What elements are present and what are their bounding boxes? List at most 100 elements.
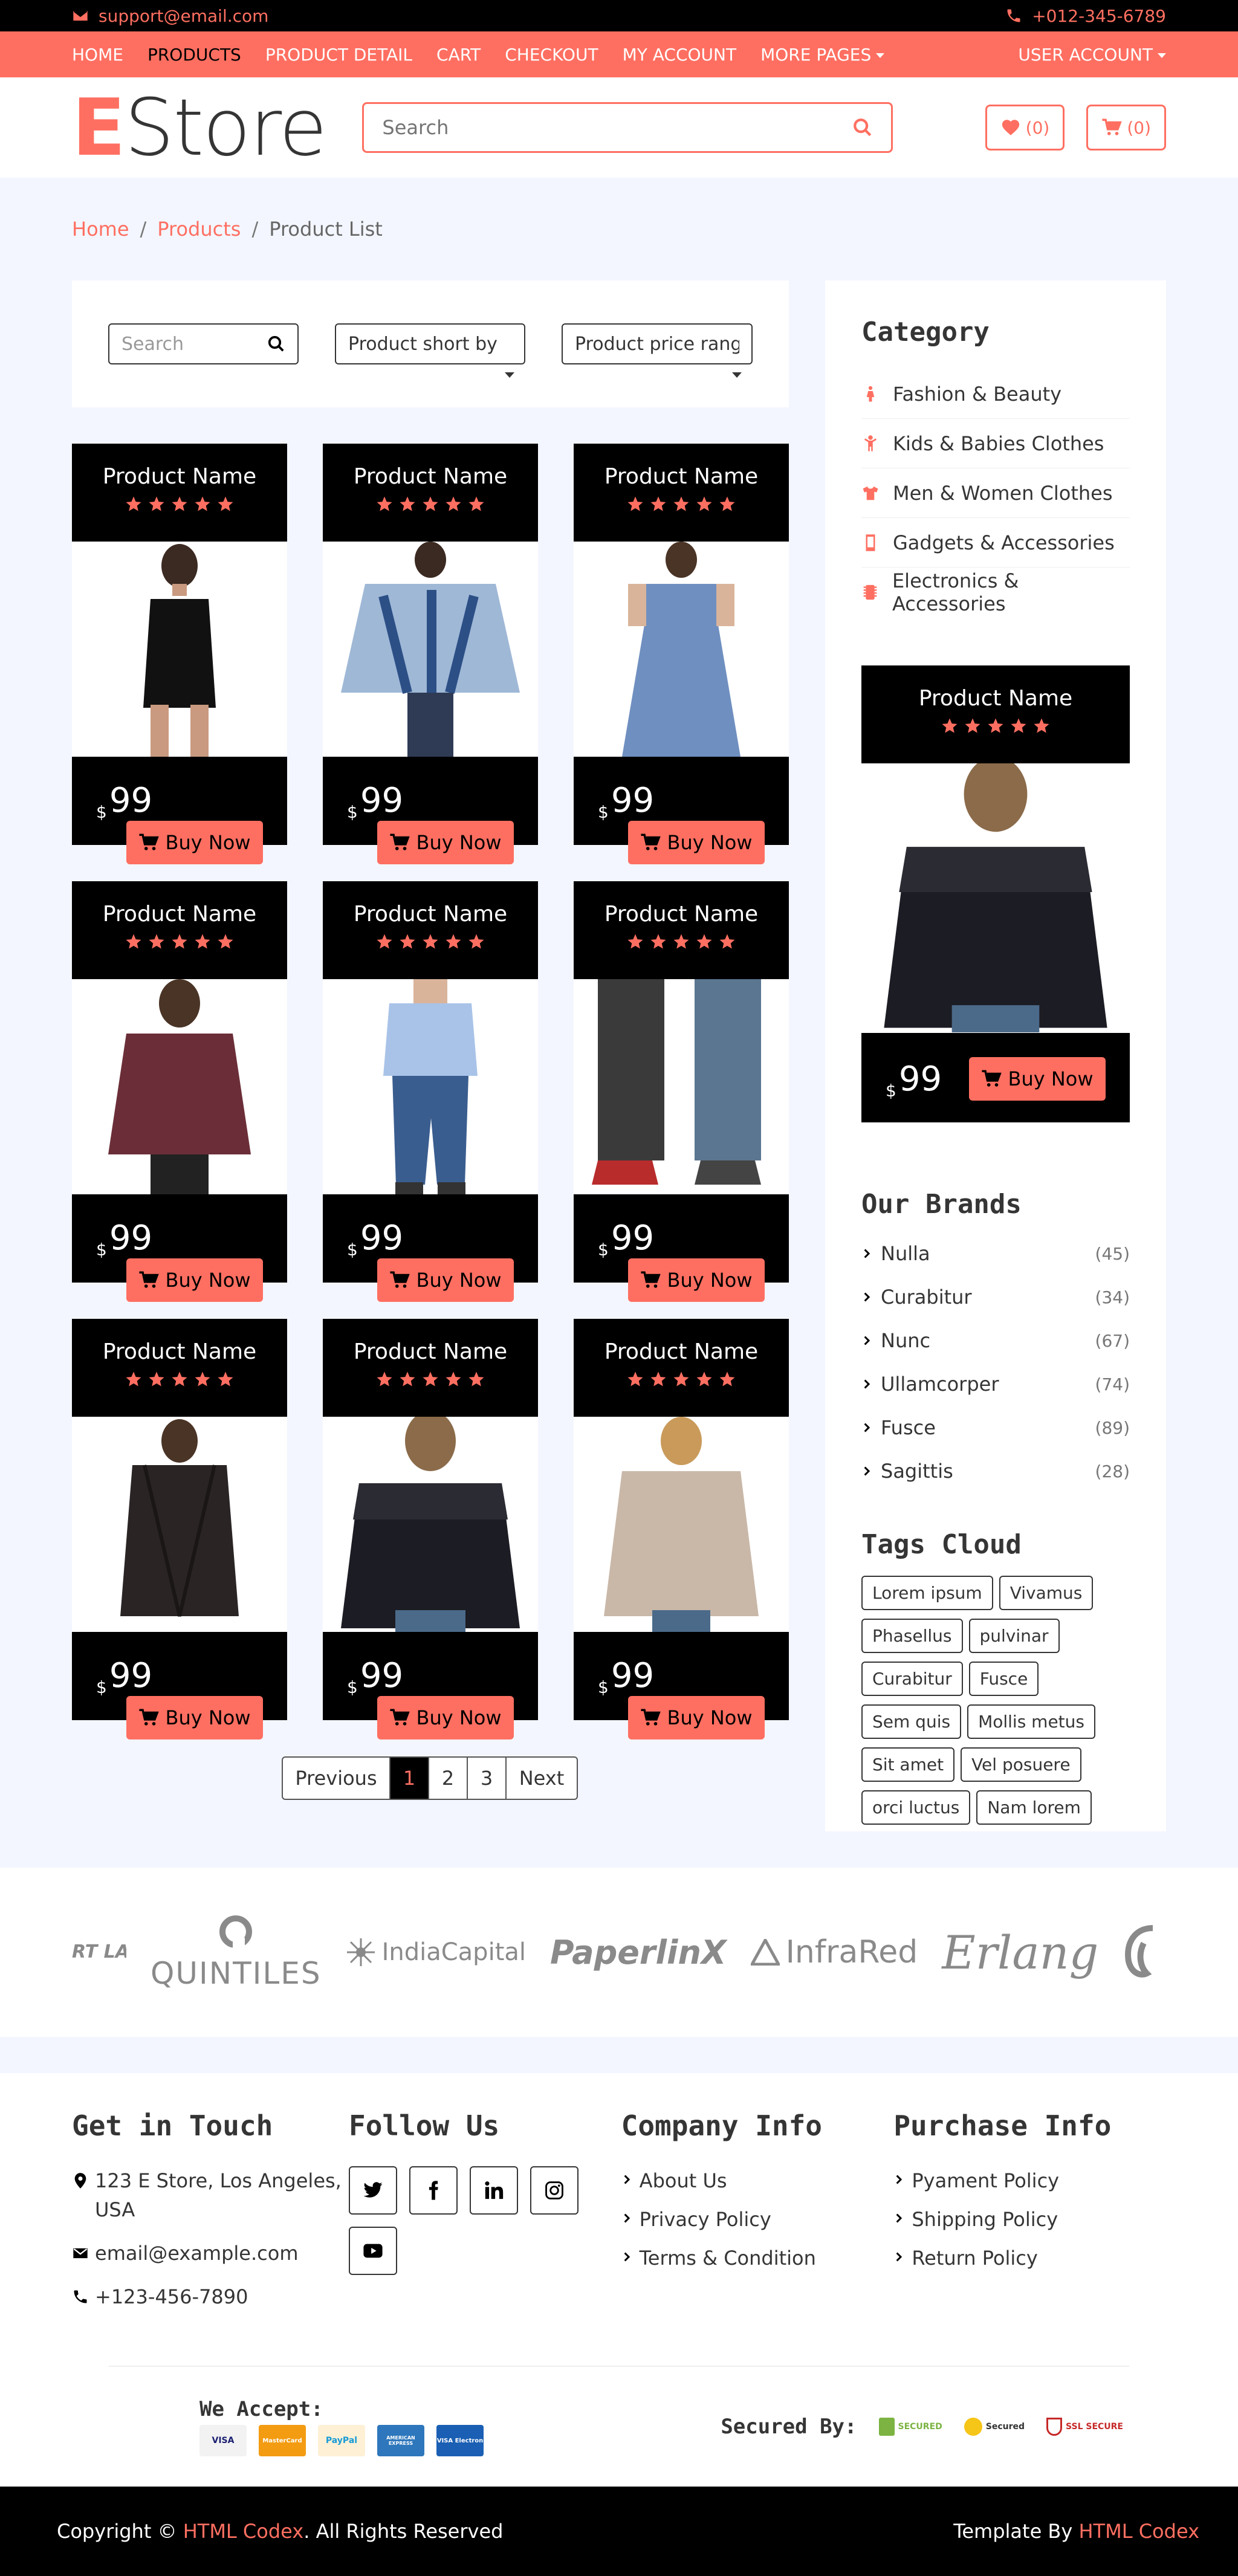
product-image[interactable] — [323, 1417, 538, 1632]
site-logo[interactable]: EStore — [72, 88, 327, 167]
brand-item[interactable]: Curabitur (34) — [861, 1275, 1130, 1319]
product-name[interactable]: Product Name — [72, 464, 287, 489]
product-image[interactable] — [574, 979, 789, 1194]
tag-item[interactable]: Vivamus — [999, 1576, 1094, 1610]
buy-now-button[interactable]: Buy Now — [377, 1258, 514, 1302]
brand-logo-erlang[interactable]: Erlang — [942, 1926, 1098, 1979]
pagination-page-3[interactable]: 3 — [467, 1756, 507, 1800]
template-brand-link[interactable]: HTML Codex — [1078, 2520, 1199, 2543]
featured-buy-now-button[interactable]: Buy Now — [969, 1057, 1106, 1101]
buy-now-button[interactable]: Buy Now — [628, 821, 765, 864]
product-name[interactable]: Product Name — [323, 1339, 538, 1364]
buy-now-button[interactable]: Buy Now — [126, 1258, 263, 1302]
brand-item[interactable]: Nulla (45) — [861, 1232, 1130, 1275]
top-email[interactable]: support@email.com — [72, 6, 268, 26]
product-search-field[interactable]: Search — [108, 323, 299, 364]
product-card[interactable]: Product Name $99 Buy Now — [72, 444, 287, 864]
product-card[interactable]: Product Name $99 Buy Now — [574, 881, 789, 1302]
brand-logo-indiacapital[interactable]: IndiaCapital — [346, 1937, 526, 1967]
featured-product-card[interactable]: Product Name $99 Buy Now — [861, 665, 1130, 1122]
pagination-page-2[interactable]: 2 — [428, 1756, 468, 1800]
brand-logo-partial[interactable] — [1123, 1925, 1159, 1979]
nav-products[interactable]: PRODUCTS — [147, 45, 241, 65]
product-image[interactable] — [72, 542, 287, 757]
product-card[interactable]: Product Name $99 Buy Now — [574, 444, 789, 864]
brand-item[interactable]: Ullamcorper (74) — [861, 1362, 1130, 1406]
tag-item[interactable]: pulvinar — [968, 1619, 1060, 1653]
search-icon[interactable] — [852, 117, 873, 138]
product-card[interactable]: Product Name $99 Buy Now — [323, 444, 538, 864]
product-card[interactable]: Product Name $99 Buy Now — [323, 1319, 538, 1739]
tag-item[interactable]: Curabitur — [861, 1662, 963, 1696]
buy-now-button[interactable]: Buy Now — [377, 821, 514, 864]
product-name[interactable]: Product Name — [574, 464, 789, 489]
brand-item[interactable]: Sagittis (28) — [861, 1449, 1130, 1493]
pagination-page-1[interactable]: 1 — [389, 1756, 429, 1800]
pagination-next[interactable]: Next — [505, 1756, 578, 1800]
category-item-men-women[interactable]: Men & Women Clothes — [861, 468, 1130, 518]
tag-item[interactable]: Vel posuere — [961, 1747, 1081, 1782]
footer-phone[interactable]: +123-456-7890 — [72, 2282, 349, 2311]
buy-now-button[interactable]: Buy Now — [126, 1696, 263, 1739]
product-image[interactable] — [323, 979, 538, 1194]
buy-now-button[interactable]: Buy Now — [628, 1258, 765, 1302]
footer-link-about[interactable]: About Us — [621, 2166, 894, 2195]
product-card[interactable]: Product Name $99 Buy Now — [72, 1319, 287, 1739]
nav-user-account[interactable]: USER ACCOUNT — [1018, 45, 1166, 65]
product-card[interactable]: Product Name $99 Buy Now — [574, 1319, 789, 1739]
nav-home[interactable]: HOME — [72, 45, 123, 65]
linkedin-link[interactable] — [470, 2166, 518, 2215]
nav-more-pages[interactable]: MORE PAGES — [760, 45, 885, 65]
featured-product-image[interactable] — [861, 763, 1130, 1033]
brand-logo-paperlinx[interactable]: PaperlinX — [550, 1934, 727, 1972]
brand-item[interactable]: Fusce (89) — [861, 1406, 1130, 1449]
twitter-link[interactable] — [349, 2166, 397, 2215]
tag-item[interactable]: Nam lorem — [976, 1790, 1092, 1825]
product-name[interactable]: Product Name — [323, 902, 538, 927]
nav-checkout[interactable]: CHECKOUT — [505, 45, 598, 65]
buy-now-button[interactable]: Buy Now — [377, 1696, 514, 1739]
product-card[interactable]: Product Name $99 Buy Now — [72, 881, 287, 1302]
header-search-input[interactable] — [382, 116, 853, 139]
tag-item[interactable]: Fusce — [968, 1662, 1039, 1696]
product-name[interactable]: Product Name — [72, 1339, 287, 1364]
footer-link-payment[interactable]: Pyament Policy — [893, 2166, 1166, 2195]
product-card[interactable]: Product Name $99 Buy Now — [323, 881, 538, 1302]
tag-item[interactable]: Sit amet — [861, 1747, 955, 1782]
brand-logo-infrared[interactable]: InfraRed — [750, 1934, 918, 1970]
nav-my-account[interactable]: MY ACCOUNT — [623, 45, 737, 65]
sort-dropdown[interactable]: Product short by — [335, 323, 525, 378]
product-name[interactable]: Product Name — [72, 902, 287, 927]
footer-link-terms[interactable]: Terms & Condition — [621, 2244, 894, 2273]
footer-link-shipping[interactable]: Shipping Policy — [893, 2205, 1166, 2234]
copyright-brand-link[interactable]: HTML Codex — [183, 2520, 304, 2543]
brand-item[interactable]: Nunc (67) — [861, 1319, 1130, 1362]
tag-item[interactable]: orci luctus — [861, 1790, 971, 1825]
tag-item[interactable]: Mollis metus — [967, 1704, 1095, 1739]
search-icon[interactable] — [267, 335, 285, 353]
nav-product-detail[interactable]: PRODUCT DETAIL — [265, 45, 412, 65]
product-name[interactable]: Product Name — [574, 902, 789, 927]
product-image[interactable] — [72, 979, 287, 1194]
brand-logo-quintiles[interactable]: QUINTILES — [151, 1914, 322, 1991]
category-item-fashion[interactable]: Fashion & Beauty — [861, 369, 1130, 419]
wishlist-button[interactable]: (0) — [985, 105, 1065, 150]
instagram-link[interactable] — [530, 2166, 578, 2215]
featured-product-name[interactable]: Product Name — [861, 686, 1130, 711]
tag-item[interactable]: Phasellus — [861, 1619, 963, 1653]
product-image[interactable] — [72, 1417, 287, 1632]
footer-link-privacy[interactable]: Privacy Policy — [621, 2205, 894, 2234]
cart-button[interactable]: (0) — [1086, 105, 1166, 150]
brand-logo-rtland[interactable]: RT LAND — [72, 1943, 126, 1961]
top-phone[interactable]: +012-345-6789 — [1005, 6, 1166, 26]
buy-now-button[interactable]: Buy Now — [126, 821, 263, 864]
product-image[interactable] — [323, 542, 538, 757]
product-name[interactable]: Product Name — [323, 464, 538, 489]
category-item-electronics[interactable]: Electronics & Accessories — [861, 568, 1130, 617]
product-image[interactable] — [574, 1417, 789, 1632]
product-image[interactable] — [574, 542, 789, 757]
youtube-link[interactable] — [349, 2227, 397, 2275]
product-name[interactable]: Product Name — [574, 1339, 789, 1364]
breadcrumb-products[interactable]: Products — [157, 218, 241, 241]
category-item-kids[interactable]: Kids & Babies Clothes — [861, 419, 1130, 468]
